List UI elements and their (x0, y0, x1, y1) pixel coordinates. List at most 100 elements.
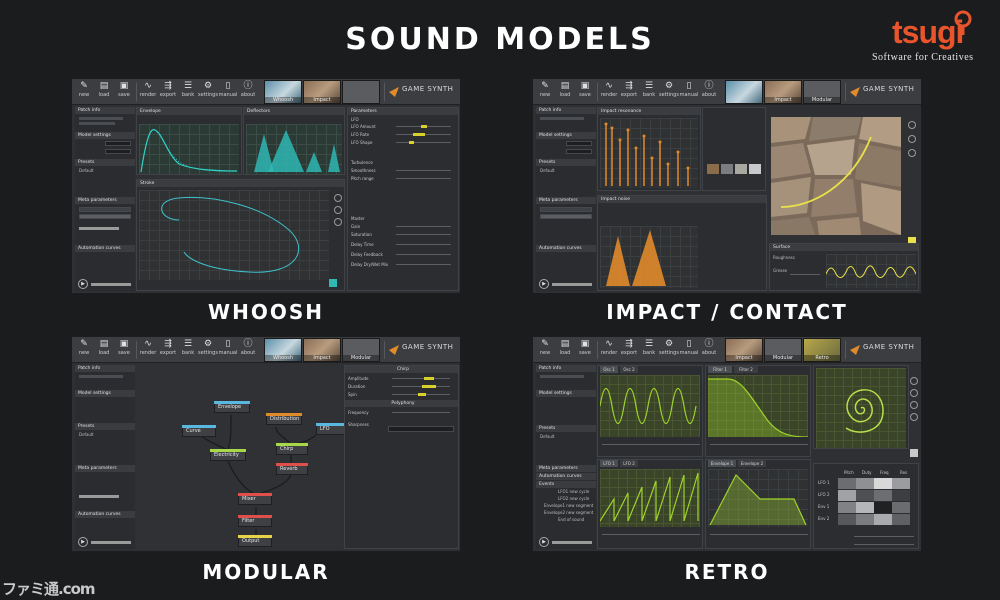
material-swatch[interactable] (735, 164, 747, 174)
variation-slider[interactable] (552, 541, 592, 544)
trajectory-editor[interactable] (816, 368, 906, 448)
retro-envelope-editor[interactable] (708, 469, 808, 527)
automation-curves-header[interactable]: Automation curves (75, 245, 135, 252)
tab-envelope1[interactable]: Envelope 1 (708, 460, 736, 467)
bank-button[interactable]: ☰ bank (178, 339, 198, 361)
param-row[interactable]: Smoothness (351, 168, 457, 173)
param-row[interactable]: Pitch range (351, 176, 457, 181)
color-swatch[interactable] (329, 279, 337, 287)
matrix-param-slider[interactable] (854, 536, 914, 537)
node-chirp[interactable]: Chirp (276, 443, 308, 455)
node-mixer[interactable]: Mixer (238, 493, 272, 505)
param-thumb[interactable] (418, 393, 426, 396)
deflectors-editor[interactable] (246, 124, 342, 174)
meta-parameters-header[interactable]: Meta parameters (75, 197, 135, 204)
node-filter[interactable]: Filter (238, 515, 272, 527)
param-thumb[interactable] (424, 377, 434, 380)
preset-default[interactable]: Default (540, 434, 555, 439)
envelope-editor[interactable] (139, 124, 239, 174)
load-button[interactable]: ▤ load (94, 339, 114, 361)
param-row[interactable]: Delay Dry/Wet Mix (351, 262, 457, 267)
meta-slider[interactable] (79, 495, 119, 498)
param-row[interactable]: Duration (348, 384, 456, 389)
presets-header[interactable]: Presets (536, 425, 596, 432)
filter-curve-editor[interactable] (708, 375, 809, 438)
param-thumb[interactable] (409, 141, 414, 144)
param-track[interactable] (392, 386, 450, 387)
tool-icon[interactable] (908, 121, 916, 129)
param-track[interactable] (392, 378, 450, 379)
play-button[interactable]: ▶ (539, 279, 549, 289)
tab-modular[interactable]: Modular (803, 80, 841, 104)
tab-whoosh[interactable]: Whoosh (264, 338, 302, 362)
export-button[interactable]: ⇶ export (158, 81, 178, 103)
param-track[interactable] (396, 264, 451, 265)
param-thumb[interactable] (421, 125, 427, 128)
new-button[interactable]: ✎ new (74, 81, 94, 103)
play-button[interactable]: ▶ (78, 279, 88, 289)
presets-header[interactable]: Presets (536, 159, 596, 166)
automation-curves-header[interactable]: Automation curves (536, 473, 596, 480)
tab-osc1[interactable]: Osc 1 (600, 366, 618, 373)
model-settings-header[interactable]: Model settings (75, 132, 135, 139)
meta-parameter-row[interactable] (540, 214, 592, 219)
material-swatch[interactable] (721, 164, 733, 174)
settings-button[interactable]: ⚙ settings (198, 81, 218, 103)
noise-editor[interactable] (600, 226, 698, 288)
param-track[interactable] (396, 226, 451, 227)
events-header[interactable]: Events (536, 481, 596, 488)
save-button[interactable]: ▣ save (114, 81, 134, 103)
event-item[interactable]: LFO1 new cycle (558, 489, 589, 494)
node-curve[interactable]: Curve (182, 425, 216, 437)
bank-button[interactable]: ☰ bank (639, 81, 659, 103)
about-button[interactable]: ⓘ about (238, 81, 258, 103)
about-button[interactable]: ⓘ about (699, 81, 719, 103)
load-button[interactable]: ▤ load (94, 81, 114, 103)
event-item[interactable]: End of sound (558, 517, 584, 522)
save-button[interactable]: ▣ save (575, 81, 595, 103)
color-swatch[interactable] (910, 449, 918, 457)
osc-param-slider[interactable] (602, 444, 700, 445)
node-lfo[interactable]: LFO (316, 423, 346, 435)
manual-button[interactable]: ▯ manual (218, 339, 238, 361)
meta-parameters-header[interactable]: Meta parameters (75, 465, 135, 472)
variation-slider[interactable] (91, 541, 131, 544)
node-graph[interactable]: Envelope Distribution Curve LFO Electric… (136, 365, 346, 549)
tab-filter1[interactable]: Filter 1 (708, 366, 732, 373)
tool-icon[interactable] (910, 389, 918, 397)
patch-info-header[interactable]: Patch info (536, 365, 596, 372)
render-button[interactable]: ∿ render (138, 81, 158, 103)
tool-icon[interactable] (908, 135, 916, 143)
meta-parameter-row[interactable] (79, 214, 131, 219)
variation-slider[interactable] (552, 283, 592, 286)
bank-button[interactable]: ☰ bank (178, 81, 198, 103)
patch-info-header[interactable]: Patch info (75, 365, 135, 372)
grease-slider[interactable] (790, 274, 820, 275)
param-track[interactable] (396, 170, 451, 171)
tab-impact[interactable]: Impact (303, 80, 341, 104)
param-row[interactable]: Saturation (351, 232, 457, 237)
tab-modular[interactable]: Modular (764, 338, 802, 362)
render-button[interactable]: ∿ render (599, 339, 619, 361)
settings-button[interactable]: ⚙ settings (659, 81, 679, 103)
new-button[interactable]: ✎ new (74, 339, 94, 361)
tab-filter2[interactable]: Filter 2 (734, 366, 758, 373)
automation-curves-header[interactable]: Automation curves (536, 245, 596, 252)
settings-button[interactable]: ⚙ settings (659, 339, 679, 361)
save-button[interactable]: ▣ save (114, 339, 134, 361)
node-envelope[interactable]: Envelope (214, 401, 250, 413)
meta-parameters-header[interactable]: Meta parameters (536, 197, 596, 204)
sharpness-dropdown[interactable] (388, 426, 454, 432)
surface-profile[interactable] (825, 254, 917, 288)
node-distribution[interactable]: Distribution (266, 413, 302, 425)
param-row[interactable]: LFO Shape (351, 140, 457, 145)
param-row[interactable]: Sharpness (348, 422, 456, 432)
material-swatch[interactable] (707, 164, 719, 174)
model-settings-header[interactable]: Model settings (536, 132, 596, 139)
tab-impact[interactable]: Impact (764, 80, 802, 104)
param-row[interactable]: Amplitude (348, 376, 456, 381)
model-settings-header[interactable]: Model settings (75, 390, 135, 397)
render-button[interactable]: ∿ render (138, 339, 158, 361)
presets-header[interactable]: Presets (75, 159, 135, 166)
osc-waveform-editor[interactable] (599, 375, 700, 437)
